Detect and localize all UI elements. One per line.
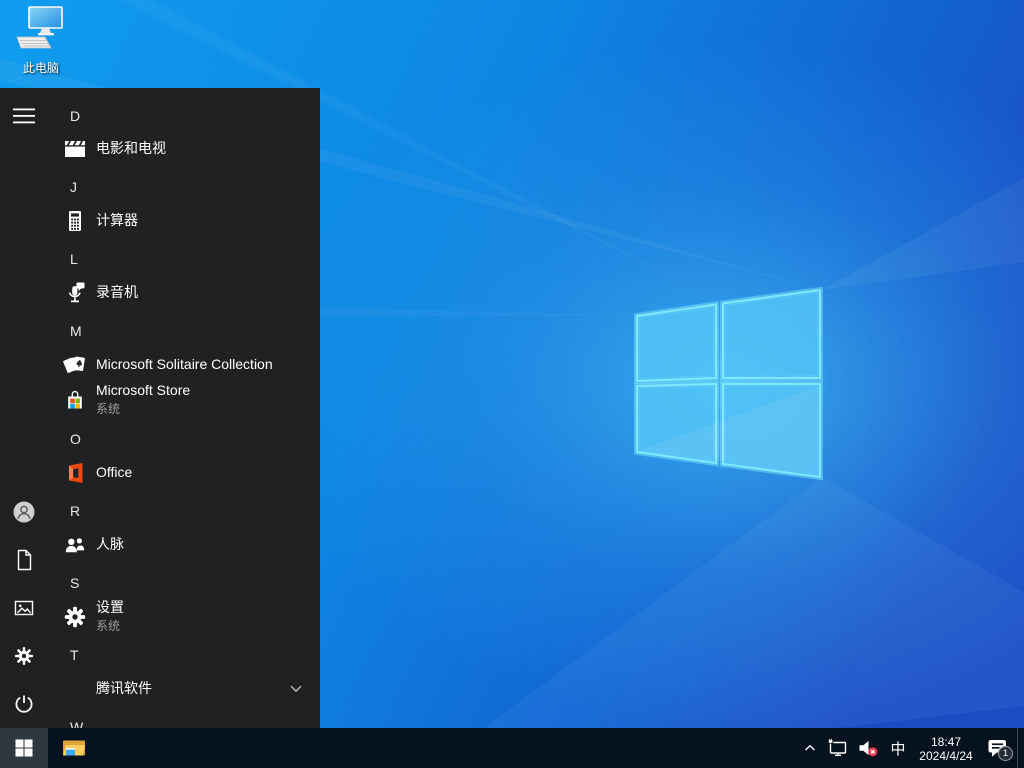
app-group-tencent-software[interactable]: 腾讯软件 xyxy=(0,671,320,707)
app-item-settings[interactable]: 设置 系统 xyxy=(0,597,320,637)
app-item-movies-tv[interactable]: 电影和电视 xyxy=(0,131,320,167)
chevron-down-icon[interactable] xyxy=(290,680,302,698)
wallpaper-windows-logo xyxy=(637,290,820,477)
start-button[interactable] xyxy=(0,728,48,768)
clock[interactable]: 18:47 2024/4/24 xyxy=(913,728,979,768)
app-title: Microsoft Store xyxy=(96,382,190,398)
app-title: 腾讯软件 xyxy=(96,680,152,696)
ime-indicator[interactable]: 中 xyxy=(883,728,913,768)
system-tray: 中 18:47 2024/4/24 1 xyxy=(797,728,1024,768)
app-item-voice-recorder[interactable]: 录音机 xyxy=(0,275,320,311)
movies-tv-clapperboard-icon xyxy=(62,136,88,162)
app-item-people[interactable]: 人脉 xyxy=(0,527,320,563)
app-item-microsoft-store[interactable]: Microsoft Store 系统 xyxy=(0,380,320,420)
network-status-button[interactable] xyxy=(823,728,853,768)
windows-desktop: 此电脑 xyxy=(0,0,1024,768)
app-title: Microsoft Solitaire Collection xyxy=(96,356,273,372)
letter-header-r[interactable]: R xyxy=(0,499,320,523)
letter-header-l[interactable]: L xyxy=(0,247,320,271)
app-item-solitaire[interactable]: Microsoft Solitaire Collection xyxy=(0,347,320,383)
app-title: 计算器 xyxy=(96,212,138,228)
app-title: 电影和电视 xyxy=(96,140,166,156)
clock-date: 2024/4/24 xyxy=(919,749,972,763)
store-bag-icon xyxy=(62,387,88,413)
letter-header-w[interactable]: W xyxy=(0,715,320,728)
letter-header-d[interactable]: D xyxy=(0,104,320,128)
app-subtitle: 系统 xyxy=(96,619,120,633)
app-item-calculator[interactable]: 计算器 xyxy=(0,203,320,239)
app-item-office[interactable]: Office xyxy=(0,455,320,491)
volume-button[interactable] xyxy=(853,728,883,768)
app-title: 人脉 xyxy=(96,536,124,552)
calculator-icon xyxy=(62,208,88,234)
taskbar: 中 18:47 2024/4/24 1 xyxy=(0,728,1024,768)
file-explorer-button[interactable] xyxy=(50,728,98,768)
desktop-icon-this-pc[interactable]: 此电脑 xyxy=(8,6,74,76)
action-center-button[interactable]: 1 xyxy=(979,728,1017,768)
people-icon xyxy=(62,532,88,558)
office-logo-icon xyxy=(62,460,88,486)
letter-header-s[interactable]: S xyxy=(0,571,320,595)
app-title: 录音机 xyxy=(96,284,138,300)
network-ethernet-icon xyxy=(827,737,849,759)
settings-gear-icon xyxy=(62,604,88,630)
app-subtitle: 系统 xyxy=(96,402,120,416)
this-pc-computer-icon xyxy=(13,6,69,52)
volume-muted-icon xyxy=(856,736,880,760)
letter-header-t[interactable]: T xyxy=(0,643,320,667)
clock-time: 18:47 xyxy=(919,735,972,749)
desktop-icon-label: 此电脑 xyxy=(8,59,74,76)
tray-expand-chevron-icon xyxy=(802,740,818,756)
app-title: Office xyxy=(96,464,132,480)
solitaire-cards-icon xyxy=(62,352,88,378)
file-explorer-folder-icon xyxy=(61,736,87,760)
tray-expand-button[interactable] xyxy=(797,728,823,768)
start-windows-icon xyxy=(15,739,33,757)
start-menu: D 电影和电视 J xyxy=(0,88,320,728)
letter-header-j[interactable]: J xyxy=(0,175,320,199)
voice-recorder-mic-icon xyxy=(62,280,88,306)
letter-header-o[interactable]: O xyxy=(0,427,320,451)
notification-badge: 1 xyxy=(998,746,1013,761)
show-desktop-button[interactable] xyxy=(1017,728,1024,768)
app-title: 设置 xyxy=(96,599,124,615)
letter-header-m[interactable]: M xyxy=(0,319,320,343)
